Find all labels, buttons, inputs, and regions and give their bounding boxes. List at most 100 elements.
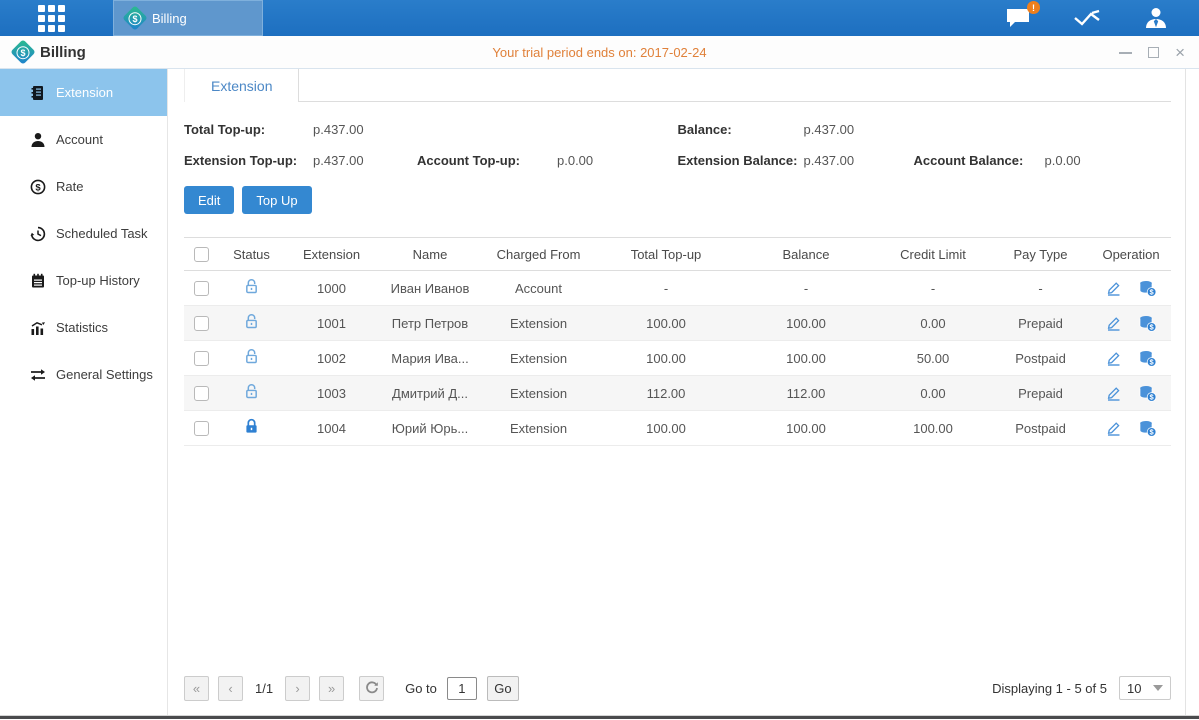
app-tab-billing[interactable]: $ Billing (113, 0, 263, 36)
statistics-chart-icon[interactable] (1073, 7, 1101, 29)
cell-total-topup: - (596, 271, 736, 306)
clock-icon (30, 226, 46, 242)
user-icon[interactable] (1143, 6, 1169, 30)
top-up-button[interactable]: Top Up (242, 186, 311, 214)
app-grid-icon[interactable] (38, 5, 68, 35)
cell-credit-limit: - (876, 271, 990, 306)
sidebar-item-label: Account (56, 132, 103, 147)
lock-open-icon (243, 383, 260, 400)
cell-extension: 1000 (284, 271, 379, 306)
cell-credit-limit: 100.00 (876, 411, 990, 446)
sidebar-item-extension[interactable]: Extension (0, 69, 167, 116)
topup-row-button[interactable]: $ (1138, 385, 1157, 402)
goto-page-input[interactable] (447, 677, 477, 700)
edit-row-button[interactable] (1105, 420, 1122, 437)
cell-balance: 100.00 (736, 411, 876, 446)
goto-label: Go to (405, 681, 437, 696)
ledger-icon (30, 85, 46, 101)
next-page-button[interactable]: › (285, 676, 310, 701)
cell-total-topup: 100.00 (596, 341, 736, 376)
last-page-button[interactable]: » (319, 676, 344, 701)
cell-credit-limit: 50.00 (876, 341, 990, 376)
table-row[interactable]: 1001Петр ПетровExtension100.00100.000.00… (184, 306, 1171, 341)
lock-closed-icon (243, 418, 260, 435)
edit-pencil-icon (1105, 385, 1122, 402)
row-checkbox[interactable] (194, 421, 209, 436)
cell-charged-from: Account (481, 271, 596, 306)
table-row[interactable]: 1004Юрий Юрь...Extension100.00100.00100.… (184, 411, 1171, 446)
edit-row-button[interactable] (1105, 350, 1122, 367)
col-charged-from: Charged From (481, 238, 596, 271)
sidebar-item-general-settings[interactable]: General Settings (0, 351, 167, 398)
cell-total-topup: 112.00 (596, 376, 736, 411)
edit-row-button[interactable] (1105, 280, 1122, 297)
account-topup-label: Account Top-up: (417, 153, 557, 168)
account-balance-label: Account Balance: (914, 153, 1045, 168)
notebook-icon (30, 273, 46, 289)
topup-coins-icon: $ (1138, 315, 1157, 332)
page-size-select[interactable]: 10 (1119, 676, 1171, 700)
topup-row-button[interactable]: $ (1138, 315, 1157, 332)
minimize-button[interactable] (1119, 52, 1132, 54)
cell-name: Иван Иванов (379, 271, 481, 306)
sidebar-item-account[interactable]: Account (0, 116, 167, 163)
tabstrip: Extension (184, 69, 1171, 102)
cell-pay-type: Postpaid (990, 341, 1091, 376)
row-checkbox[interactable] (194, 316, 209, 331)
row-checkbox[interactable] (194, 281, 209, 296)
cell-credit-limit: 0.00 (876, 376, 990, 411)
col-pay-type: Pay Type (990, 238, 1091, 271)
cell-balance: - (736, 271, 876, 306)
lock-open-icon (243, 313, 260, 330)
first-page-button[interactable]: « (184, 676, 209, 701)
edit-row-button[interactable] (1105, 385, 1122, 402)
table-row[interactable]: 1003Дмитрий Д...Extension112.00112.000.0… (184, 376, 1171, 411)
row-checkbox[interactable] (194, 386, 209, 401)
topbar: $ Billing ! (0, 0, 1199, 36)
bar-chart-icon (30, 320, 46, 336)
select-all-checkbox[interactable] (194, 247, 209, 262)
sidebar-item-scheduled-task[interactable]: Scheduled Task (0, 210, 167, 257)
edit-button[interactable]: Edit (184, 186, 234, 214)
table-header-row: Status Extension Name Charged From Total… (184, 238, 1171, 271)
cell-pay-type: Prepaid (990, 376, 1091, 411)
sidebar-item-topup-history[interactable]: Top-up History (0, 257, 167, 304)
col-status: Status (219, 238, 284, 271)
col-balance: Balance (736, 238, 876, 271)
tab-extension[interactable]: Extension (184, 69, 299, 102)
extension-balance-value: p.437.00 (804, 153, 914, 168)
table-row[interactable]: 1002Мария Ива...Extension100.00100.0050.… (184, 341, 1171, 376)
sidebar-item-statistics[interactable]: Statistics (0, 304, 167, 351)
cell-total-topup: 100.00 (596, 411, 736, 446)
col-operation: Operation (1091, 238, 1171, 271)
arrows-swap-icon (30, 367, 46, 383)
col-name: Name (379, 238, 481, 271)
cell-status (219, 271, 284, 306)
go-button[interactable]: Go (487, 676, 519, 701)
refresh-button[interactable] (359, 676, 384, 701)
table-row[interactable]: 1000Иван ИвановAccount----$ (184, 271, 1171, 306)
cell-name: Юрий Юрь... (379, 411, 481, 446)
sidebar-item-rate[interactable]: $ Rate (0, 163, 167, 210)
cell-name: Мария Ива... (379, 341, 481, 376)
close-button[interactable]: × (1175, 46, 1185, 59)
row-checkbox[interactable] (194, 351, 209, 366)
messages-icon[interactable]: ! (1005, 7, 1031, 29)
col-credit-limit: Credit Limit (876, 238, 990, 271)
lock-open-icon (243, 278, 260, 295)
page-size-value: 10 (1127, 681, 1141, 696)
edit-row-button[interactable] (1105, 315, 1122, 332)
topup-row-button[interactable]: $ (1138, 420, 1157, 437)
extension-topup-label: Extension Top-up: (184, 153, 313, 168)
col-total-topup: Total Top-up (596, 238, 736, 271)
trial-notice: Your trial period ends on: 2017-02-24 (0, 45, 1199, 60)
account-balance-value: p.0.00 (1045, 153, 1081, 168)
prev-page-button[interactable]: ‹ (218, 676, 243, 701)
topup-row-button[interactable]: $ (1138, 280, 1157, 297)
chevron-down-icon (1153, 685, 1163, 691)
cell-pay-type: - (990, 271, 1091, 306)
topup-row-button[interactable]: $ (1138, 350, 1157, 367)
maximize-button[interactable] (1148, 47, 1159, 58)
cell-pay-type: Postpaid (990, 411, 1091, 446)
account-topup-value: p.0.00 (557, 153, 593, 168)
